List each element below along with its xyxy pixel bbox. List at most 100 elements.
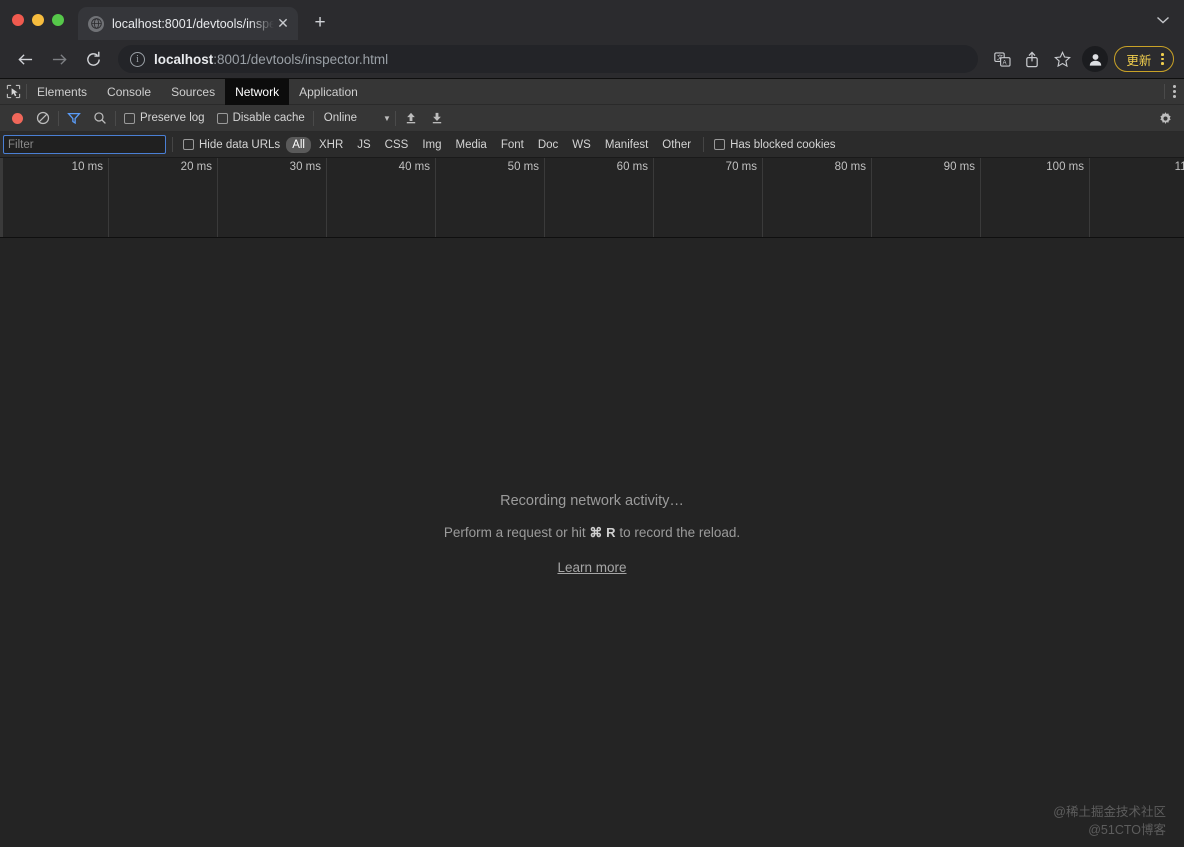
throttling-select[interactable]: Online ▼ [318, 112, 391, 124]
devtools-tabbar-right [1164, 79, 1184, 105]
devtools-tabbar: Elements Console Sources Network Applica… [0, 78, 1184, 105]
network-filterbar: Hide data URLs All XHR JS CSS Img Media … [0, 132, 1184, 158]
preserve-log-checkbox[interactable]: Preserve log [120, 112, 209, 124]
divider [394, 110, 396, 126]
hide-data-urls-label: Hide data URLs [199, 138, 281, 151]
arrow-down-icon[interactable] [426, 107, 448, 129]
type-filter-ws[interactable]: WS [566, 137, 597, 153]
tab-strip-right [1156, 0, 1184, 40]
timeline-tick: 110 [1090, 158, 1184, 237]
timeline-tick: 90 ms [872, 158, 981, 237]
maximize-window-button[interactable] [52, 14, 64, 26]
network-toolbar-right [1154, 107, 1184, 129]
filter-input[interactable] [3, 135, 166, 154]
tab-strip: localhost:8001/devtools/inspec ✕ + [0, 0, 1184, 40]
disable-cache-checkbox[interactable]: Disable cache [213, 112, 309, 124]
avatar-icon[interactable] [1082, 46, 1109, 72]
hint-suffix: to record the reload. [615, 525, 741, 540]
timeline-tick: 50 ms [436, 158, 545, 237]
type-filter-manifest[interactable]: Manifest [599, 137, 654, 153]
browser-window: localhost:8001/devtools/inspec ✕ + i loc… [0, 0, 1184, 847]
funnel-icon[interactable] [63, 107, 85, 129]
type-filter-img[interactable]: Img [416, 137, 447, 153]
new-tab-button[interactable]: + [306, 9, 334, 37]
type-filter-doc[interactable]: Doc [532, 137, 564, 153]
close-window-button[interactable] [12, 14, 24, 26]
timeline-tick: 10 ms [0, 158, 109, 237]
type-filter-js[interactable]: JS [351, 137, 376, 153]
divider [172, 137, 173, 152]
reload-button[interactable] [78, 44, 108, 74]
tab-console[interactable]: Console [97, 79, 161, 105]
translate-icon[interactable]: 文 A [988, 45, 1016, 73]
timeline-tick: 20 ms [109, 158, 218, 237]
globe-icon [88, 15, 104, 32]
has-blocked-cookies-checkbox[interactable]: Has blocked cookies [710, 139, 839, 151]
info-circle-icon[interactable]: i [130, 51, 145, 67]
tab-elements[interactable]: Elements [27, 79, 97, 105]
hide-data-urls-checkbox[interactable]: Hide data URLs [179, 139, 284, 151]
window-traffic-lights [8, 0, 70, 40]
divider [1164, 84, 1166, 99]
gear-icon[interactable] [1154, 107, 1176, 129]
timeline-tick: 100 ms [981, 158, 1090, 237]
checkbox-box[interactable] [216, 112, 228, 124]
type-filter-all[interactable]: All [286, 136, 311, 153]
tab-title: localhost:8001/devtools/inspec [112, 16, 274, 31]
preserve-log-label: Preserve log [140, 112, 205, 124]
network-requests-panel: Recording network activity… Perform a re… [0, 238, 1184, 847]
arrow-up-icon[interactable] [400, 107, 422, 129]
star-icon[interactable] [1048, 45, 1076, 73]
tab-application[interactable]: Application [289, 79, 368, 105]
address-bar[interactable]: i localhost:8001/devtools/inspector.html [118, 45, 979, 73]
type-filter-other[interactable]: Other [656, 137, 697, 153]
key-r: R [606, 525, 616, 540]
address-bar-url: localhost:8001/devtools/inspector.html [154, 52, 388, 67]
back-button[interactable] [10, 44, 40, 74]
close-icon[interactable]: ✕ [274, 15, 292, 33]
watermark-line-1: @稀土掘金技术社区 [1053, 804, 1166, 819]
checkbox-box[interactable] [714, 139, 726, 150]
chevron-down-icon[interactable] [1156, 13, 1170, 28]
watermark-line-2: @51CTO博客 [1088, 822, 1166, 837]
browser-tab[interactable]: localhost:8001/devtools/inspec ✕ [78, 7, 298, 40]
update-button[interactable]: 更新 [1114, 46, 1174, 72]
network-timeline-ruler[interactable]: 10 ms 20 ms 30 ms 40 ms 50 ms 60 ms 70 ms 80 ms… [0, 158, 1184, 238]
kebab-menu-icon[interactable] [1157, 52, 1168, 66]
toolbar-actions: 文 A 更新 [988, 45, 1174, 73]
type-filter-font[interactable]: Font [495, 137, 530, 153]
checkbox-box[interactable] [183, 139, 194, 150]
type-filter-xhr[interactable]: XHR [313, 137, 349, 153]
recording-message: Recording network activity… [500, 493, 684, 509]
checkbox-box[interactable] [124, 112, 135, 124]
divider [312, 110, 314, 126]
record-dot-icon[interactable] [6, 107, 28, 129]
tab-sources[interactable]: Sources [161, 79, 225, 105]
url-host: localhost [154, 51, 214, 67]
kebab-menu-icon[interactable] [1173, 84, 1176, 99]
perform-request-message: Perform a request or hit ⌘ R to record t… [0, 525, 1184, 541]
tab-network[interactable]: Network [225, 78, 290, 105]
disable-cache-label: Disable cache [232, 112, 305, 124]
clear-circle-slash-icon[interactable] [32, 107, 54, 129]
timeline-tick: 70 ms [654, 158, 763, 237]
divider [115, 110, 116, 126]
timeline-tick: 40 ms [327, 158, 436, 237]
divider [703, 137, 705, 152]
network-empty-state: Recording network activity… Perform a re… [0, 493, 1184, 577]
update-button-label: 更新 [1126, 53, 1152, 68]
minimize-window-button[interactable] [32, 14, 44, 26]
chevron-down-icon[interactable]: ▼ [383, 114, 391, 123]
timeline-tick: 80 ms [763, 158, 872, 237]
timeline-tick: 30 ms [218, 158, 327, 237]
divider [58, 110, 59, 126]
watermark: @稀土掘金技术社区 @51CTO博客 [1053, 803, 1166, 839]
type-filter-media[interactable]: Media [450, 137, 493, 153]
type-filter-css[interactable]: CSS [379, 137, 415, 153]
inspect-element-icon[interactable] [0, 79, 26, 105]
forward-button[interactable] [44, 44, 74, 74]
search-icon[interactable] [89, 107, 111, 129]
has-blocked-cookies-label: Has blocked cookies [730, 138, 836, 151]
share-icon[interactable] [1018, 45, 1046, 73]
learn-more-link[interactable]: Learn more [557, 560, 626, 575]
